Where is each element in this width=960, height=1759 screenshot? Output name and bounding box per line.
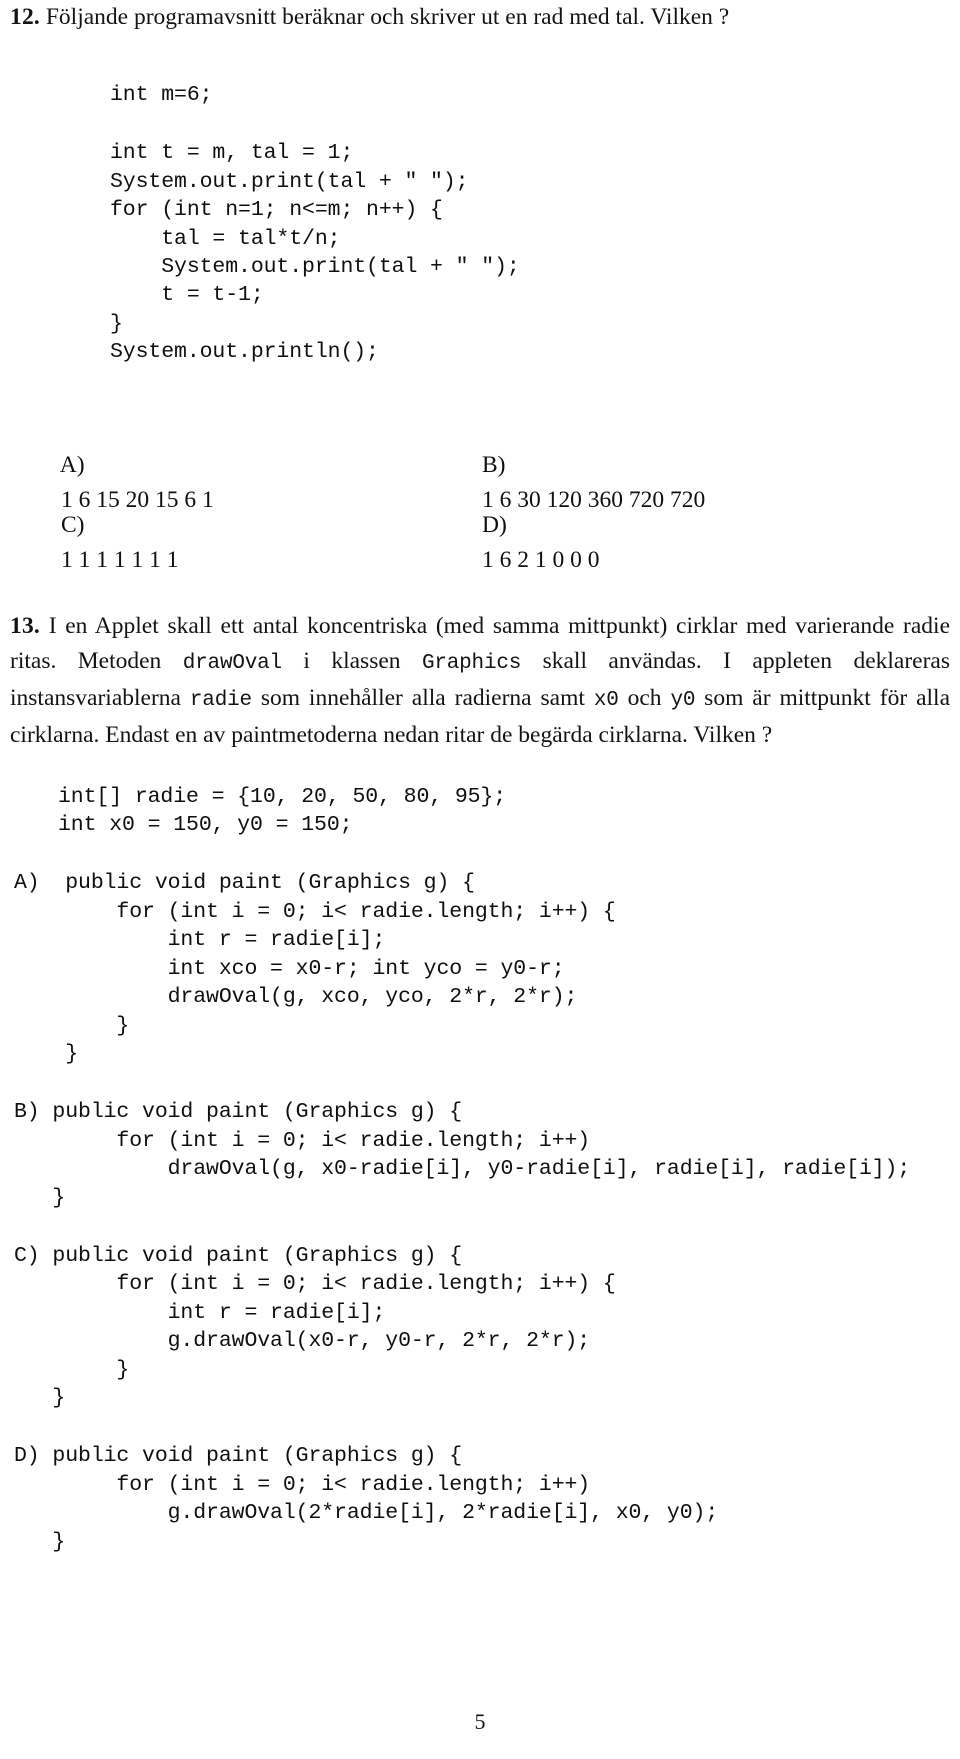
option-d-label: D) <box>482 511 507 538</box>
answer-option-d-code[interactable]: D) public void paint (Graphics g) { for … <box>14 1442 950 1556</box>
question-13-number: 13. <box>10 612 40 639</box>
question-12-code-head: int m=6; <box>110 83 213 107</box>
option-c[interactable]: C) 1 1 1 1 1 1 1 <box>14 473 179 613</box>
option-d[interactable]: D) 1 6 2 1 0 0 0 <box>435 473 600 613</box>
question-13-prompt: 13. I en Applet skall ett antal koncentr… <box>10 609 950 753</box>
question-12-text: Följande programavsnitt beräknar och skr… <box>45 4 730 30</box>
class-name-graphics: Graphics <box>421 651 522 675</box>
variable-radie: radie <box>189 688 252 712</box>
question-12-prompt: 12. Följande programavsnitt beräknar och… <box>10 0 950 35</box>
option-d-text: 1 6 2 1 0 0 0 <box>482 546 600 573</box>
answer-option-c-code[interactable]: C) public void paint (Graphics g) { for … <box>14 1242 950 1412</box>
answer-option-b-code[interactable]: B) public void paint (Graphics g) { for … <box>14 1098 950 1212</box>
question-13-text-2: i klassen <box>281 647 422 674</box>
question-13-text-5: och <box>618 684 671 711</box>
page-number: 5 <box>474 1709 486 1734</box>
exam-page: 12. Följande programavsnitt beräknar och… <box>0 0 960 1759</box>
question-13-text-4: som innehåller alla radierna samt <box>251 684 594 711</box>
method-name-drawoval: drawOval <box>182 651 282 675</box>
option-c-text: 1 1 1 1 1 1 1 <box>61 546 179 573</box>
answer-option-a-code[interactable]: A) public void paint (Graphics g) { for … <box>14 869 950 1068</box>
question-12-number: 12. <box>10 4 40 30</box>
option-row-ab: A) 1 6 15 20 15 6 1 B) 1 6 30 120 360 72… <box>10 413 950 513</box>
option-c-label: C) <box>61 511 85 538</box>
variable-x0: x0 <box>593 688 619 712</box>
question-13-declarations: int[] radie = {10, 20, 50, 80, 95}; int … <box>58 784 507 838</box>
variable-y0: y0 <box>670 688 696 712</box>
option-row-cd: C) 1 1 1 1 1 1 1 D) 1 6 2 1 0 0 0 <box>10 473 950 573</box>
question-12-code-body: int t = m, tal = 1; System.out.print(tal… <box>110 141 520 365</box>
question-12-options: A) 1 6 15 20 15 6 1 B) 1 6 30 120 360 72… <box>10 413 950 573</box>
